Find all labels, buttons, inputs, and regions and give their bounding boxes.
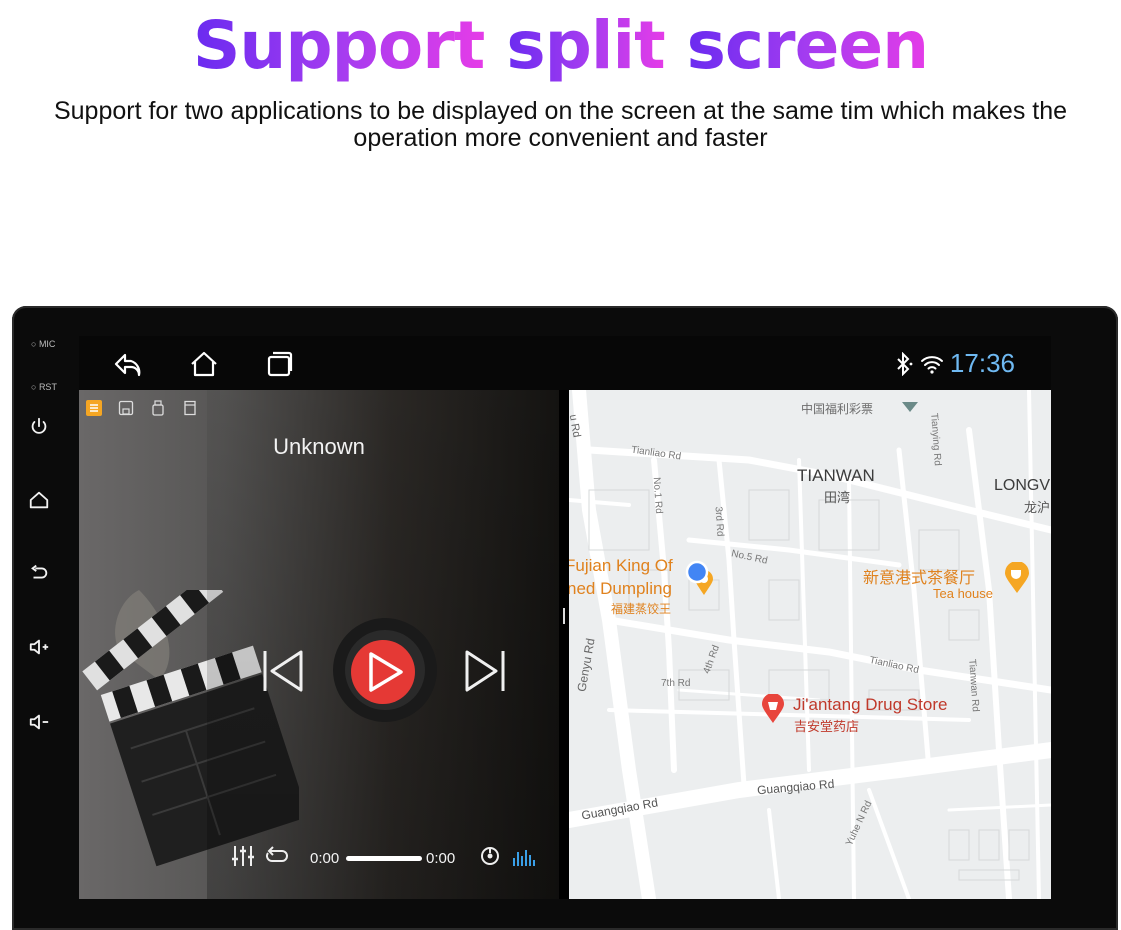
home-icon[interactable]: [28, 489, 50, 511]
map-poi-dumpling-line-1[interactable]: Fujian King Of: [569, 556, 673, 576]
map-poi-teahouse-cn[interactable]: 新意港式茶餐厅: [863, 564, 975, 588]
clock: 17:36: [949, 348, 1015, 378]
power-icon[interactable]: [28, 416, 50, 438]
screen: 17:36 Unknown 0:00 0:00 中国福利彩票 TIANWAN 田…: [79, 336, 1051, 899]
current-location-icon[interactable]: [685, 560, 709, 584]
map-poi-lottery: 中国福利彩票: [801, 402, 874, 416]
playlist-icon[interactable]: [86, 400, 102, 416]
description-line-2: operation more convenient and faster: [353, 124, 768, 152]
map-edge-district-en: LONGV: [994, 477, 1051, 494]
volume-down-icon[interactable]: [28, 711, 50, 733]
description-line-1: Support for two applications to be displ…: [53, 97, 1068, 125]
map-district-en: TIANWAN: [797, 466, 875, 485]
description: Support for two applications to be displ…: [20, 98, 1101, 152]
total-time: 0:00: [426, 850, 456, 867]
sd-card-icon[interactable]: [182, 400, 198, 416]
progress-bar[interactable]: [346, 856, 422, 861]
split-divider[interactable]: [559, 390, 569, 899]
headline-word-2: split: [506, 7, 665, 84]
map-poi-drugstore-cn: 吉安堂药店: [794, 719, 860, 734]
cafe-pin-icon[interactable]: [1004, 562, 1030, 594]
road-7th: 7th Rd: [661, 678, 691, 689]
pharmacy-pin-icon[interactable]: [761, 694, 785, 724]
headline-word-1: Support: [192, 7, 485, 84]
nav-home-icon[interactable]: [189, 349, 219, 379]
bluetooth-icon: [897, 351, 913, 376]
map-pane[interactable]: 中国福利彩票 TIANWAN 田湾 LONGV 龙沪 Fujian King O…: [569, 390, 1051, 899]
back-icon[interactable]: [28, 562, 50, 584]
usb-icon[interactable]: [150, 400, 166, 416]
next-track-icon[interactable]: [463, 648, 507, 694]
navigation-bar: 17:36: [79, 336, 1051, 390]
nav-recent-apps-icon[interactable]: [265, 349, 295, 379]
equalizer-icon[interactable]: [231, 844, 257, 868]
music-player-pane: Unknown 0:00 0:00: [79, 390, 559, 899]
spectrum-icon[interactable]: [512, 846, 536, 866]
save-icon[interactable]: [118, 400, 134, 416]
map-poi-dumpling-line-2[interactable]: ned Dumpling: [569, 579, 672, 599]
map-district-cn: 田湾: [824, 490, 851, 505]
current-time: 0:00: [310, 850, 340, 867]
volume-up-icon[interactable]: [28, 636, 50, 658]
headline-word-3: screen: [686, 7, 929, 84]
repeat-icon[interactable]: [265, 845, 289, 867]
rst-label[interactable]: ○ RST: [31, 382, 57, 392]
track-title: Unknown: [273, 434, 365, 459]
road-3rd: 3rd Rd: [712, 506, 726, 537]
map-poi-teahouse-en: Tea house: [933, 586, 993, 601]
previous-track-icon[interactable]: [261, 648, 305, 694]
mic-label: ○ MIC: [31, 339, 56, 349]
play-button[interactable]: [331, 616, 439, 724]
status-bar: 17:36: [892, 348, 1015, 379]
split-handle[interactable]: [563, 608, 565, 624]
nav-back-icon[interactable]: [113, 349, 143, 379]
map-poi-drugstore-en[interactable]: Ji'antang Drug Store: [793, 695, 947, 715]
map-poi-dumpling-cn: 福建蒸饺王: [611, 602, 672, 616]
headline: Support split screen: [0, 6, 1121, 86]
map-edge-district-cn: 龙沪: [1024, 500, 1051, 515]
disc-icon[interactable]: [480, 846, 500, 866]
wifi-icon: [920, 355, 943, 374]
